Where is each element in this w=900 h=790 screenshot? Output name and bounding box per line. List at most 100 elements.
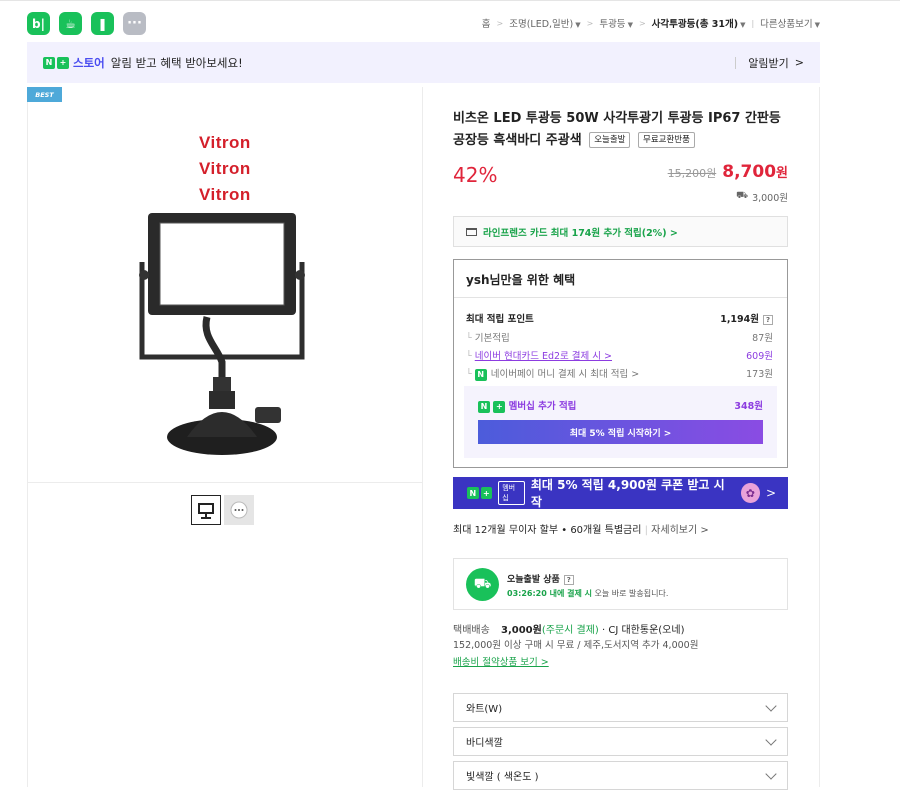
membership-row: N + 멤버십 추가 적립 348원	[478, 398, 763, 413]
breadcrumb-category-3[interactable]: 사각투광등(총 31개) ▼	[652, 16, 746, 30]
chevron-right-icon: >	[794, 56, 804, 69]
naver-n-icon: N	[467, 487, 479, 499]
points-row-value: 173원	[746, 369, 773, 380]
breadcrumb: 홈 > 조명(LED,일반) ▼ > 투광등 ▼ > 사각투광등(총 31개) ▼ |…	[482, 16, 820, 31]
option-label: 바디색깔	[466, 738, 503, 749]
installment-info: 최대 12개월 무이자 할부 • 60개월 특별금리 | 자세히보기 >	[453, 525, 709, 536]
chevron-down-icon	[765, 699, 777, 712]
sale-price: 8,700원	[722, 162, 788, 182]
other-products-link[interactable]: 다른상품보기 ▼	[760, 16, 820, 30]
points-row-value: 609원	[746, 351, 773, 362]
shipping-fee-summary: ⛟ 3,000원	[453, 190, 788, 204]
caret-down-icon: ▼	[814, 21, 820, 29]
naver-plus-badge: N +	[43, 56, 69, 69]
points-row-value: 87원	[752, 333, 773, 344]
price-row: 15,200원 8,700원	[453, 162, 788, 182]
product-main-image[interactable]: Vitron Vitron Vitron	[27, 107, 423, 479]
naver-n-icon: N	[478, 400, 490, 413]
installment-details-link[interactable]: 자세히보기 >	[651, 525, 709, 536]
max-points-value: 1,194원	[720, 314, 759, 325]
shipping-info: 택배배송 3,000원(주문시 결제) · CJ 대한통운(오네)	[453, 621, 788, 636]
npay-icon: N	[474, 368, 487, 381]
divider: |	[751, 18, 755, 28]
chevron-right-icon: >	[586, 18, 594, 28]
card-benefit-text: 라인프렌즈 카드 최대 174원 추가 적립(2%) >	[483, 227, 678, 239]
option-label: 빛색깔 ( 색온도 )	[466, 772, 539, 783]
today-shipping-box: ⛟ 오늘출발 상품? 03:26:20 내에 결제 시 오늘 바로 발송됩니다.	[453, 558, 788, 610]
help-icon[interactable]: ?	[563, 575, 574, 585]
points-row-card[interactable]: └ 네이버 현대카드 Ed2로 결제 시 > 609원	[466, 348, 773, 362]
breadcrumb-category-2[interactable]: 투광등 ▼	[599, 16, 633, 30]
chevron-down-icon	[765, 733, 777, 746]
blog-icon[interactable]: b|	[27, 12, 50, 35]
credit-card-icon	[466, 227, 477, 236]
membership-start-button[interactable]: 최대 5% 적립 시작하기 >	[478, 420, 763, 444]
floodlight-thumbnail-icon	[198, 503, 214, 519]
free-return-tag: 무료교환반품	[638, 132, 695, 148]
bookmark-icon[interactable]: ❚	[91, 12, 114, 35]
store-notice-banner: N + 스토어 알림 받고 혜택 받아보세요! 알림받기 >	[27, 42, 820, 83]
membership-label: 멤버십 추가 적립	[508, 401, 577, 412]
option-select-watt[interactable]: 와트(W)	[453, 693, 788, 722]
today-ship-tag: 오늘출발	[589, 132, 631, 148]
delivery-truck-icon: ⛟	[466, 568, 499, 601]
points-row-basic: └ 기본적립 87원	[466, 330, 773, 344]
membership-badge: 멤버십	[498, 481, 525, 505]
naver-n-icon: N	[43, 56, 55, 69]
product-title: 비츠온 LED 투광등 50W 사각투광기 투광등 IP67 간판등 공장등 흑…	[453, 108, 788, 152]
shipping-carrier: · CJ 대한통운(오네)	[602, 625, 685, 636]
thumbnail-1[interactable]	[191, 495, 221, 525]
notice-message: 알림 받고 혜택 받아보세요!	[110, 55, 243, 70]
truck-icon: ⛟	[736, 190, 749, 201]
best-badge: BEST	[27, 87, 62, 102]
help-icon[interactable]: ?	[763, 315, 773, 325]
hyundai-card-link[interactable]: 네이버 현대카드 Ed2로 결제 시 >	[475, 351, 612, 362]
store-label: 스토어	[73, 55, 105, 70]
max-points-label: 최대 적립 포인트	[466, 314, 534, 325]
today-shipping-title: 오늘출발 상품?	[507, 572, 574, 585]
chevron-right-icon: >	[638, 18, 646, 28]
thumbnail-2[interactable]	[224, 495, 254, 525]
gift-icon: ✿	[740, 483, 760, 503]
card-benefit-banner[interactable]: 라인프렌즈 카드 최대 174원 추가 적립(2%) >	[453, 216, 788, 247]
npay-money-link[interactable]: 네이버페이 머니 결제 시 최대 적립 >	[491, 369, 639, 380]
option-label: 와트(W)	[466, 704, 503, 715]
subscribe-alert-label: 알림받기	[748, 56, 789, 70]
membership-section: N + 멤버십 추가 적립 348원 최대 5% 적립 시작하기 >	[464, 386, 777, 458]
floodlight-illustration	[139, 213, 305, 455]
coupon-text: 최대 5% 적립 4,900원 쿠폰 받고 시작	[530, 478, 725, 509]
today-shipping-desc: 03:26:20 내에 결제 시 오늘 바로 발송됩니다.	[507, 589, 669, 598]
app-icon-bar: b| ☕ ❚ ···	[27, 12, 146, 35]
original-price: 15,200원	[667, 167, 717, 180]
top-border	[0, 0, 900, 4]
subscribe-alert-button[interactable]: 알림받기 >	[735, 55, 804, 71]
shipping-method: 택배배송	[453, 625, 490, 636]
shipping-fee: 3,000원	[501, 625, 542, 636]
chevron-right-icon: >	[496, 18, 504, 28]
chevron-right-icon: >	[765, 486, 777, 500]
more-icon[interactable]: ···	[123, 12, 146, 35]
max-points-row: 최대 적립 포인트 1,194원?	[466, 311, 773, 325]
cafe-icon[interactable]: ☕	[59, 12, 82, 35]
membership-value: 348원	[734, 401, 763, 412]
option-select-body-color[interactable]: 바디색깔	[453, 727, 788, 756]
shipping-saving-link[interactable]: 배송비 절약상품 보기 >	[453, 654, 788, 668]
installment-text: 최대 12개월 무이자 할부 • 60개월 특별금리	[453, 525, 642, 536]
caret-down-icon: ▼	[575, 21, 581, 29]
chevron-down-icon	[765, 767, 777, 780]
breadcrumb-category-1[interactable]: 조명(LED,일반) ▼	[509, 16, 580, 30]
shipping-fee-value: 3,000원	[752, 193, 788, 204]
plus-icon: +	[57, 56, 69, 69]
points-row-label: 기본적립	[474, 333, 510, 344]
points-row-npay[interactable]: └ N 네이버페이 머니 결제 시 최대 적립 > 173원	[466, 366, 773, 381]
member-benefit-box: ysh님만을 위한 혜택 최대 적립 포인트 1,194원? └ 기본적립 87원…	[453, 259, 788, 468]
benefit-header: ysh님만을 위한 혜택	[454, 260, 787, 298]
membership-coupon-banner[interactable]: N + 멤버십 최대 5% 적립 4,900원 쿠폰 받고 시작 ✿ >	[453, 477, 788, 509]
breadcrumb-home[interactable]: 홈	[482, 16, 491, 30]
product-gallery: BEST Vitron Vitron Vitron	[27, 87, 423, 787]
caret-down-icon: ▼	[740, 21, 746, 29]
caret-down-icon: ▼	[627, 21, 633, 29]
shipping-condition: 152,000원 이상 구매 시 무료 / 제주,도서지역 추가 4,000원	[453, 640, 699, 651]
chat-bubble-icon	[230, 501, 248, 519]
divider	[735, 56, 737, 69]
